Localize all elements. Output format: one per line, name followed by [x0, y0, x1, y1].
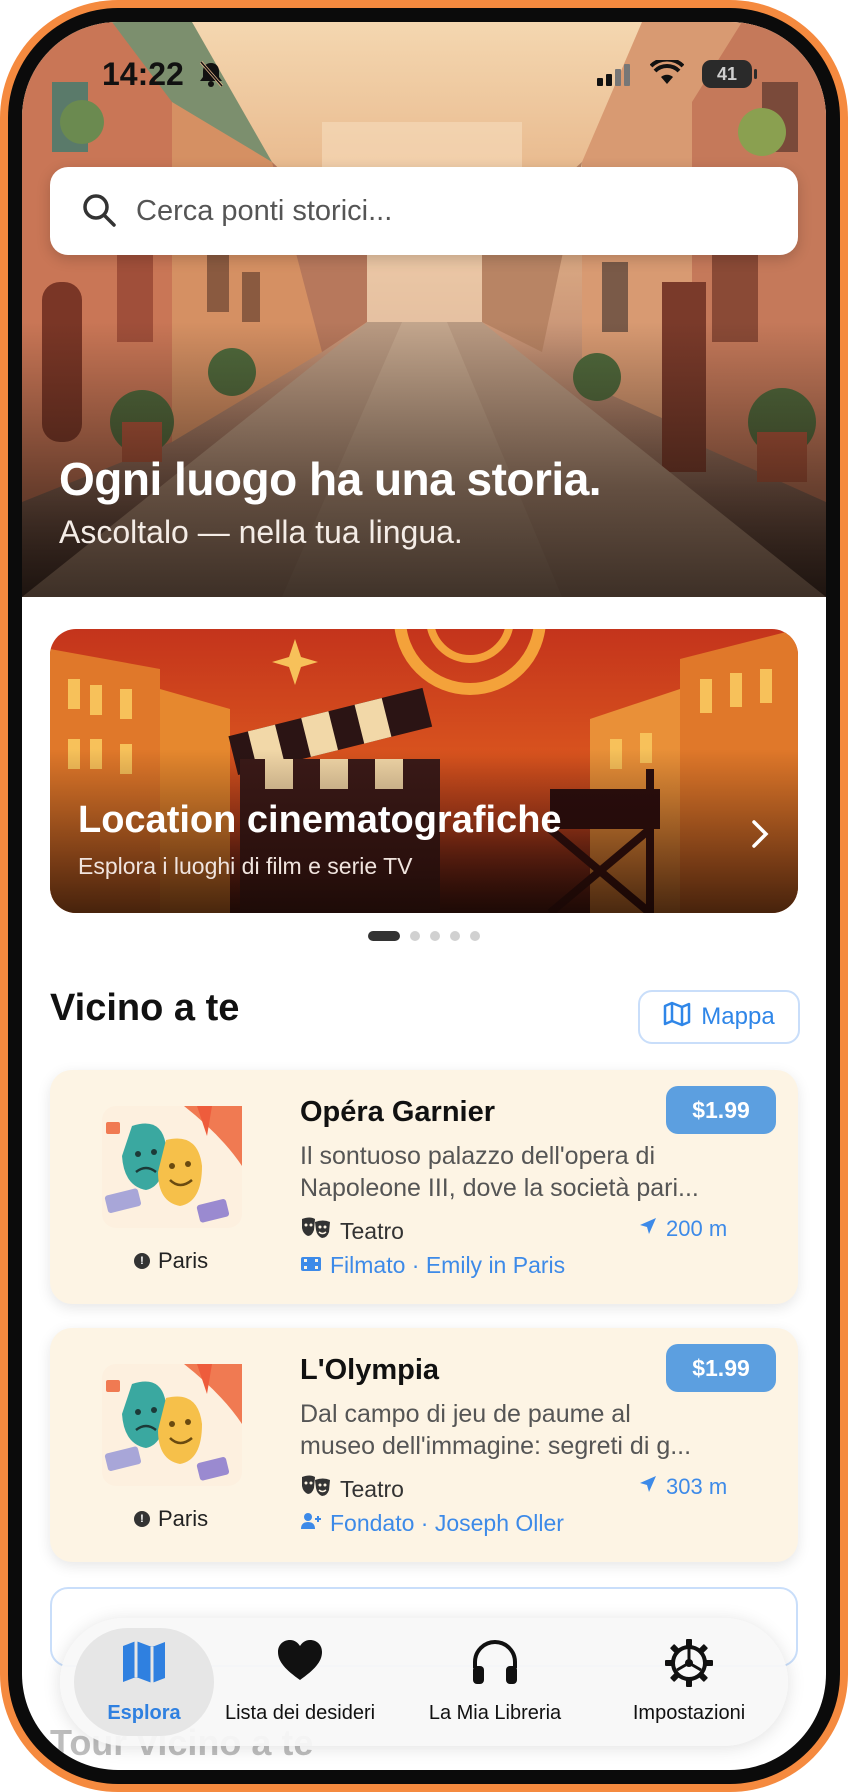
city-label: ! Paris — [134, 1248, 208, 1274]
description-line-2: museo dell'immagine: segreti di g... — [300, 1432, 692, 1460]
person-icon — [300, 1510, 322, 1537]
map-button-label: Mappa — [701, 1003, 775, 1030]
city-label: ! Paris — [134, 1506, 208, 1532]
page-dot-1[interactable] — [368, 931, 400, 941]
founder-tag[interactable]: Fondato · Joseph Oller — [300, 1510, 564, 1537]
map-button[interactable]: Mappa — [638, 990, 800, 1044]
category-text: Teatro — [340, 1475, 404, 1502]
tab-label: Esplora — [107, 1702, 181, 1724]
tab-label: La Mia Libreria — [428, 1702, 562, 1724]
battery-icon: 41 — [702, 60, 757, 88]
banner-subtitle: Esplora i luoghi di film e serie TV — [78, 853, 413, 879]
film-tag[interactable]: Filmato · Emily in Paris — [300, 1252, 565, 1279]
city-name: Paris — [158, 1506, 209, 1531]
page-dot-4[interactable] — [450, 931, 460, 941]
distance-text: 200 m — [666, 1216, 728, 1241]
headphones-icon — [394, 1638, 596, 1686]
theatre-masks-icon — [300, 1216, 332, 1246]
cellular-signal-icon — [597, 64, 633, 91]
place-card-opera-garnier[interactable]: ! Paris Opéra Garnier $1.99 Il sontuoso … — [50, 1070, 798, 1304]
map-icon — [663, 1001, 691, 1034]
theatre-masks-thumbnail — [102, 1364, 242, 1486]
film-icon — [300, 1252, 322, 1279]
distance-text: 303 m — [666, 1474, 728, 1499]
distance-label: 303 m — [638, 1474, 727, 1500]
tab-la-mia-libreria[interactable]: La Mia Libreria — [394, 1628, 596, 1736]
banner-title: Location cinematografiche — [78, 799, 562, 841]
place-name: L'Olympia — [300, 1354, 440, 1386]
search-input[interactable] — [136, 185, 756, 237]
status-time: 14:22 — [102, 56, 184, 92]
founder-tag-text: Fondato · Joseph Oller — [330, 1510, 564, 1536]
tab-bar: Esplora Lista dei desideri La Mia Librer… — [60, 1618, 788, 1746]
price-badge[interactable]: $1.99 — [666, 1344, 776, 1392]
search-bar[interactable] — [50, 167, 798, 255]
page-dot-3[interactable] — [430, 931, 440, 941]
wifi-icon — [649, 57, 685, 91]
description-line-1: Dal campo di jeu de paume al — [300, 1400, 631, 1428]
place-name: Opéra Garnier — [300, 1096, 496, 1128]
price-badge[interactable]: $1.99 — [666, 1086, 776, 1134]
nearby-section-title: Vicino a te — [50, 987, 240, 1029]
info-icon: ! — [134, 1253, 150, 1269]
tab-esplora[interactable]: Esplora — [74, 1628, 214, 1736]
location-arrow-icon — [638, 1474, 658, 1500]
film-tag-text: Filmato · Emily in Paris — [330, 1252, 566, 1278]
featured-banner-film-locations[interactable]: Location cinematografiche Esplora i luog… — [50, 629, 798, 913]
page-dot-2[interactable] — [410, 931, 420, 941]
theatre-masks-icon — [300, 1474, 332, 1504]
tab-label: Lista dei desideri — [224, 1702, 376, 1724]
gear-icon — [606, 1638, 772, 1688]
hero-subtitle: Ascoltalo — nella tua lingua. — [59, 514, 463, 550]
description-line-2: Napoleone III, dove la società pari... — [300, 1174, 699, 1202]
description-line-1: Il sontuoso palazzo dell'opera di — [300, 1142, 656, 1170]
place-description: Il sontuoso palazzo dell'opera di Napole… — [300, 1140, 740, 1204]
app-screen: 14:22 41 Ogni luogo ha una storia. Ascol… — [22, 22, 826, 1770]
tab-impostazioni[interactable]: Impostazioni — [606, 1628, 772, 1736]
place-description: Dal campo di jeu de paume al museo dell'… — [300, 1398, 740, 1462]
bell-muted-icon — [198, 60, 224, 93]
category-text: Teatro — [340, 1217, 404, 1244]
heart-icon — [216, 1638, 384, 1684]
map-icon — [74, 1638, 214, 1686]
info-icon: ! — [134, 1511, 150, 1527]
category-label: Teatro — [300, 1474, 404, 1504]
city-name: Paris — [158, 1248, 209, 1273]
place-card-olympia[interactable]: ! Paris L'Olympia $1.99 Dal campo di jeu… — [50, 1328, 798, 1562]
tab-label: Impostazioni — [632, 1702, 746, 1724]
category-label: Teatro — [300, 1216, 404, 1246]
status-bar: 14:22 41 — [22, 56, 826, 96]
location-arrow-icon — [638, 1216, 658, 1242]
search-icon — [80, 191, 118, 234]
distance-label: 200 m — [638, 1216, 727, 1242]
theatre-masks-thumbnail — [102, 1106, 242, 1228]
hero-section: 14:22 41 Ogni luogo ha una storia. Ascol… — [22, 22, 826, 597]
page-dot-5[interactable] — [470, 931, 480, 941]
tab-lista-desideri[interactable]: Lista dei desideri — [216, 1628, 384, 1736]
hero-title: Ogni luogo ha una storia. — [59, 453, 602, 505]
